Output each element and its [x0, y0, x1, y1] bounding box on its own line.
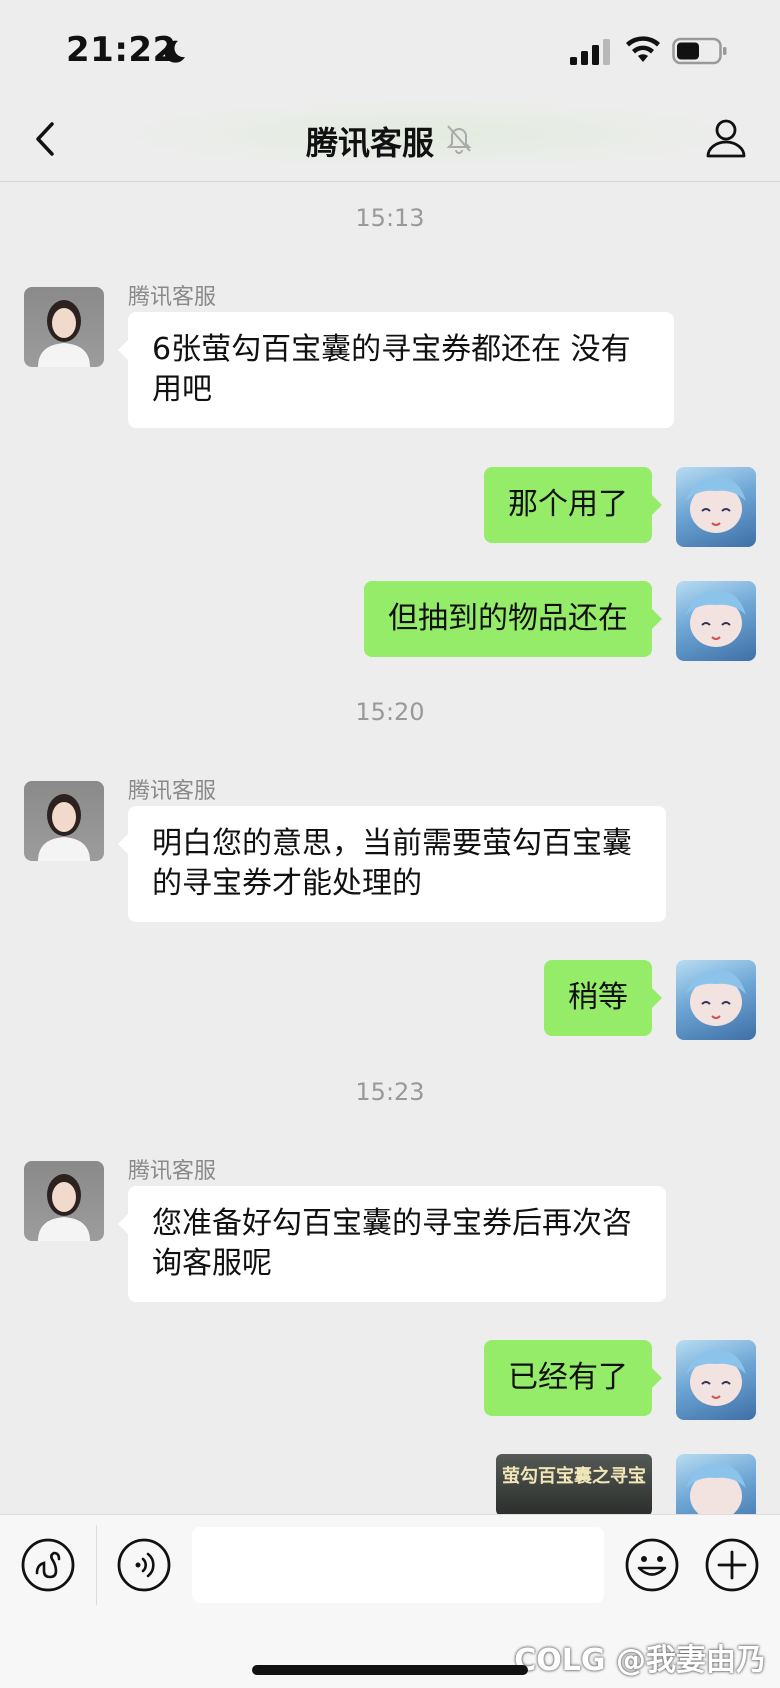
muted-bell-icon	[446, 125, 472, 154]
message-text-input[interactable]	[192, 1527, 604, 1603]
image-message-caption: 萤勾百宝囊之寻宝	[502, 1466, 646, 1487]
chat-message-list[interactable]: 15:13 腾讯客服 6张萤勾百宝囊的寻宝券都还在 没有用吧 那个用了 但抽到的…	[0, 182, 780, 1514]
battery-icon	[672, 37, 727, 65]
my-avatar[interactable]	[676, 1340, 756, 1420]
my-avatar[interactable]	[676, 1454, 756, 1514]
wifi-icon	[626, 36, 660, 62]
outgoing-message[interactable]: 已经有了	[484, 1340, 662, 1416]
status-bar: 21:22	[0, 0, 780, 96]
anime-character-icon	[686, 969, 746, 1026]
anime-character-icon	[686, 1349, 746, 1406]
sender-name: 腾讯客服	[128, 285, 217, 310]
cellular-signal-icon	[570, 39, 610, 65]
my-avatar[interactable]	[676, 581, 756, 661]
message-input-bar: COLG @我妻由乃	[0, 1514, 780, 1688]
incoming-message[interactable]: 您准备好勾百宝囊的寻宝券后再次咨询客服呢	[118, 1186, 666, 1302]
my-avatar[interactable]	[676, 960, 756, 1040]
sender-name: 腾讯客服	[128, 1159, 217, 1184]
input-divider	[96, 1525, 97, 1605]
support-avatar[interactable]	[24, 287, 104, 367]
chat-title: 腾讯客服	[305, 124, 434, 162]
support-person-icon	[38, 300, 90, 367]
incoming-message[interactable]: 明白您的意思，当前需要萤勾百宝囊的寻宝券才能处理的	[118, 806, 666, 922]
support-person-icon	[38, 1174, 90, 1241]
emoji-icon[interactable]	[624, 1537, 680, 1593]
profile-icon[interactable]	[704, 116, 748, 160]
chat-header: 腾讯客服	[0, 96, 780, 182]
sender-name: 腾讯客服	[128, 779, 217, 804]
support-person-icon	[38, 794, 90, 861]
incoming-message[interactable]: 6张萤勾百宝囊的寻宝券都还在 没有用吧	[118, 312, 674, 428]
anime-character-icon	[686, 476, 746, 533]
support-avatar[interactable]	[24, 781, 104, 861]
message-timestamp: 15:20	[355, 698, 425, 726]
outgoing-message[interactable]: 稍等	[544, 960, 662, 1036]
outgoing-message[interactable]: 那个用了	[484, 467, 662, 543]
chat-title-row: 腾讯客服	[306, 118, 474, 164]
message-timestamp: 15:13	[355, 204, 425, 232]
support-avatar[interactable]	[24, 1161, 104, 1241]
message-timestamp: 15:23	[355, 1078, 425, 1106]
moon-icon	[164, 40, 185, 63]
my-avatar[interactable]	[676, 467, 756, 547]
outgoing-message[interactable]: 但抽到的物品还在	[364, 581, 662, 657]
chat-title-wrap: 腾讯客服	[0, 118, 780, 164]
image-message[interactable]: 萤勾百宝囊之寻宝	[496, 1454, 652, 1514]
watermark: COLG @我妻由乃	[514, 1643, 766, 1678]
voice-input-icon[interactable]	[116, 1537, 172, 1593]
anime-character-icon	[686, 1463, 746, 1514]
home-indicator	[252, 1665, 528, 1675]
mini-program-icon[interactable]	[20, 1537, 76, 1593]
anime-character-icon	[686, 590, 746, 647]
add-icon[interactable]	[704, 1537, 760, 1593]
